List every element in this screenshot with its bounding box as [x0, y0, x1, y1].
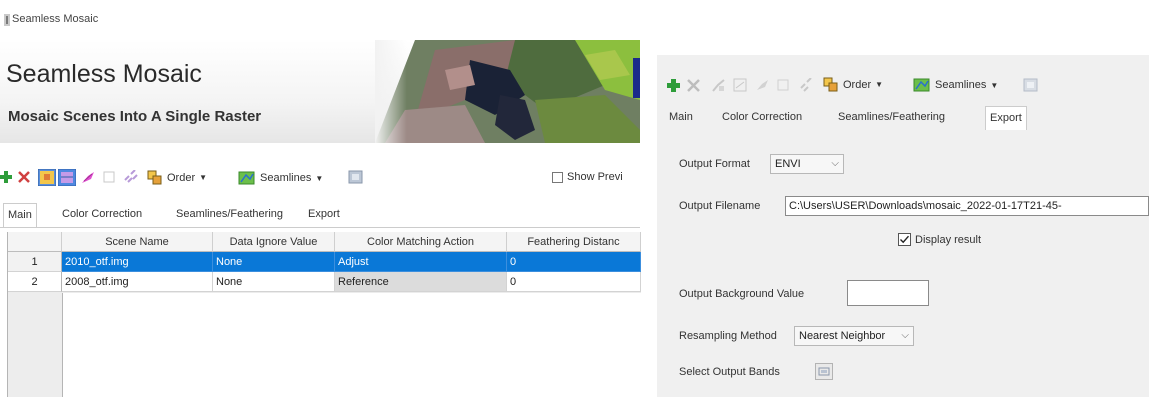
bands-icon [818, 367, 830, 376]
output-bands-label: Select Output Bands [679, 366, 780, 378]
order-dropdown[interactable]: Order ▼ [147, 170, 207, 185]
resampling-method-label: Resampling Method [679, 330, 777, 342]
tab-export[interactable]: Export [985, 106, 1027, 130]
resampling-method-value: Nearest Neighbor [799, 330, 886, 342]
order-label: Order [843, 78, 872, 91]
feather-icon[interactable] [755, 78, 770, 93]
export-icon[interactable] [1023, 78, 1039, 93]
satellite-image [375, 40, 640, 143]
footprint-icon[interactable] [103, 171, 115, 183]
output-format-select[interactable]: ENVI ⌵ [770, 154, 844, 174]
tab-seamlines-feathering[interactable]: Seamlines/Feathering [172, 203, 287, 226]
color-correct-icon[interactable] [38, 169, 56, 186]
order-dropdown[interactable]: Order ▼ [823, 77, 883, 92]
seamlines-label: Seamlines [935, 79, 987, 91]
tab-seamlines-feathering[interactable]: Seamlines/Feathering [834, 106, 949, 129]
background-value-field[interactable] [847, 280, 929, 306]
checkbox-box [552, 171, 563, 183]
feathering-cell[interactable]: 0 [507, 252, 641, 272]
scene-table: Scene Name Data Ignore Value Color Match… [7, 232, 641, 397]
mosaic-toolbar: Order ▼ Seamlines ▼ Show Previ [0, 165, 640, 193]
mosaic-panel-export: Order ▼ Seamlines ▼ Main Color Correctio… [657, 55, 1149, 397]
show-preview-label: Show Previ [567, 171, 623, 183]
banner-title: Seamless Mosaic [6, 60, 202, 88]
output-filename-label: Output Filename [679, 200, 761, 212]
scene-name-cell[interactable]: 2010_otf.img [62, 252, 213, 272]
row-header-corner [8, 232, 62, 252]
link-icon[interactable] [123, 170, 139, 184]
tab-main[interactable]: Main [3, 203, 37, 227]
color-correct-icon[interactable] [711, 78, 726, 93]
chevron-down-icon: ▼ [875, 80, 884, 89]
feathering-cell[interactable]: 0 [507, 272, 641, 292]
seamlines-icon [238, 171, 255, 185]
seamline-edit-icon[interactable] [733, 78, 748, 93]
output-format-value: ENVI [775, 158, 801, 170]
column-header-feathering[interactable]: Feathering Distanc [507, 232, 641, 252]
remove-icon[interactable] [18, 171, 30, 183]
header-banner: Seamless Mosaic Mosaic Scenes Into A Sin… [0, 40, 640, 143]
seamless-mosaic-window: Seamless Mosaic Seamless Mosaic Mosaic S… [0, 0, 641, 397]
banner-subtitle: Mosaic Scenes Into A Single Raster [8, 108, 262, 125]
column-header-color-matching[interactable]: Color Matching Action [335, 232, 507, 252]
export-icon[interactable] [348, 170, 364, 185]
tab-main[interactable]: Main [665, 106, 697, 129]
mosaic-toolbar: Order ▼ Seamlines ▼ [657, 70, 1149, 100]
output-filename-field[interactable]: C:\Users\USER\Downloads\mosaic_2022-01-1… [785, 196, 1149, 216]
background-value-label: Output Background Value [679, 288, 805, 300]
color-action-cell[interactable]: Adjust [335, 252, 507, 272]
show-preview-checkbox[interactable]: Show Previ [552, 171, 623, 183]
seamlines-dropdown[interactable]: Seamlines ▼ [238, 170, 323, 186]
tab-color-correction[interactable]: Color Correction [718, 106, 806, 129]
export-tab-content: Output Format ENVI ⌵ Output Filename C:\… [657, 130, 1149, 397]
seamlines-label: Seamlines [260, 172, 312, 184]
chevron-down-icon: ▼ [990, 80, 999, 90]
chevron-down-icon: ▼ [315, 173, 324, 183]
row-header-column [8, 293, 63, 397]
tab-export[interactable]: Export [304, 203, 344, 226]
column-header-data-ignore[interactable]: Data Ignore Value [213, 232, 335, 252]
app-icon [4, 14, 10, 26]
order-icon [823, 77, 838, 92]
column-header-scene-name[interactable]: Scene Name [62, 232, 213, 252]
title-bar: Seamless Mosaic [0, 0, 640, 40]
ignore-value-cell[interactable]: None [213, 252, 335, 272]
seamlines-dropdown[interactable]: Seamlines ▼ [913, 77, 998, 93]
scene-name-cell[interactable]: 2008_otf.img [62, 272, 213, 292]
add-icon[interactable] [0, 171, 12, 183]
chevron-down-icon: ⌵ [901, 330, 909, 341]
table-empty-area [8, 293, 641, 397]
chevron-down-icon: ▼ [199, 173, 208, 182]
row-number: 1 [8, 252, 62, 272]
seamlines-icon [913, 78, 930, 92]
resampling-method-select[interactable]: Nearest Neighbor ⌵ [794, 326, 914, 346]
window-title: Seamless Mosaic [12, 13, 99, 25]
display-result-label: Display result [915, 233, 982, 246]
seamline-edit-icon[interactable] [58, 169, 76, 186]
left-tab-strip: Main Color Correction Seamlines/Featheri… [0, 203, 640, 228]
remove-icon[interactable] [687, 79, 700, 92]
chevron-down-icon: ⌵ [831, 158, 839, 169]
order-icon [147, 170, 162, 185]
display-result-checkbox[interactable]: Display result [898, 233, 981, 246]
select-bands-button[interactable] [815, 363, 833, 380]
footprint-icon[interactable] [777, 79, 790, 92]
order-label: Order [167, 171, 196, 184]
feather-icon[interactable] [80, 170, 96, 185]
output-format-label: Output Format [679, 158, 750, 170]
link-icon[interactable] [799, 78, 814, 93]
right-tab-strip: Main Color Correction Seamlines/Featheri… [657, 106, 1149, 131]
ignore-value-cell[interactable]: None [213, 272, 335, 292]
row-number: 2 [8, 272, 62, 292]
checkmark-icon [898, 233, 911, 246]
color-action-cell[interactable]: Reference [335, 272, 507, 292]
add-icon[interactable] [667, 79, 680, 92]
tab-color-correction[interactable]: Color Correction [58, 203, 146, 226]
